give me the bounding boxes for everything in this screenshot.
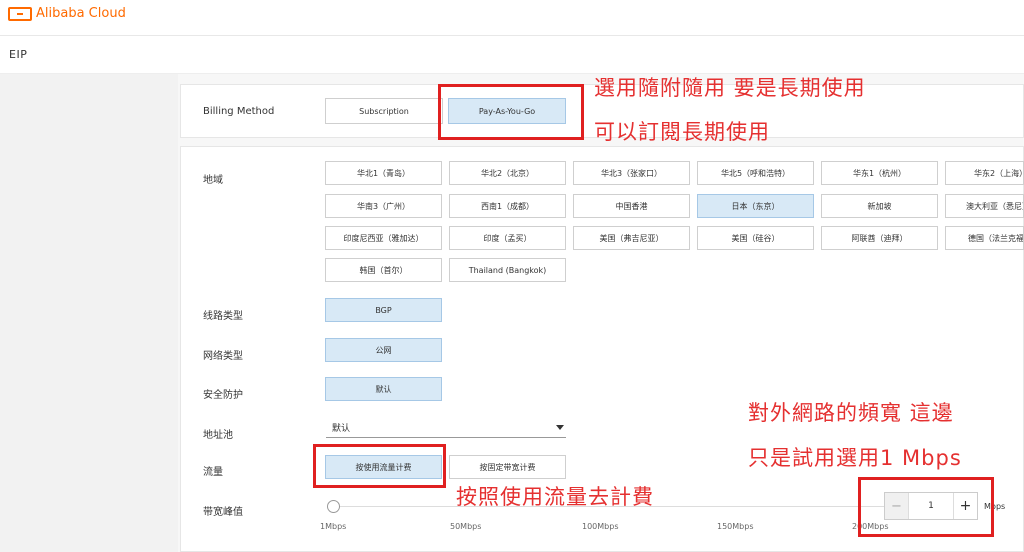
region-option[interactable]: 新加坡 bbox=[821, 194, 938, 218]
region-option[interactable]: 华北1（青岛） bbox=[325, 161, 442, 185]
annotation-box-bandwidth bbox=[858, 477, 994, 537]
region-option[interactable]: 华北5（呼和浩特） bbox=[697, 161, 814, 185]
region-label: 地域 bbox=[203, 175, 223, 186]
region-option[interactable]: 澳大利亚（悉尼） bbox=[945, 194, 1024, 218]
region-option[interactable]: 德国（法兰克福） bbox=[945, 226, 1024, 250]
region-option[interactable]: 中国香港 bbox=[573, 194, 690, 218]
annotation-note: 可以訂閱長期使用 bbox=[594, 120, 770, 144]
region-option[interactable]: 韩国（首尔） bbox=[325, 258, 442, 282]
region-option-selected[interactable]: 日本（东京） bbox=[697, 194, 814, 218]
network-type-label: 网络类型 bbox=[203, 351, 243, 362]
security-default-button[interactable]: 默认 bbox=[325, 377, 442, 401]
line-type-bgp-button[interactable]: BGP bbox=[325, 298, 442, 322]
alibaba-logo-icon bbox=[8, 6, 32, 21]
region-option[interactable]: 美国（硅谷） bbox=[697, 226, 814, 250]
region-option[interactable]: 华北3（张家口） bbox=[573, 161, 690, 185]
annotation-note: 選用隨附隨用 要是長期使用 bbox=[594, 76, 866, 100]
bandwidth-slider-handle[interactable] bbox=[327, 500, 340, 513]
region-option[interactable]: 华东2（上海） bbox=[945, 161, 1024, 185]
security-label: 安全防护 bbox=[203, 390, 243, 401]
annotation-note: 按照使用流量去計費 bbox=[456, 485, 654, 509]
slider-tick-label: 50Mbps bbox=[450, 522, 482, 531]
region-option[interactable]: 印度尼西亚（雅加达） bbox=[325, 226, 442, 250]
left-blank-pane bbox=[0, 74, 178, 552]
region-option[interactable]: 华南3（广州） bbox=[325, 194, 442, 218]
traffic-label: 流量 bbox=[203, 467, 223, 478]
annotation-note: 只是試用選用1 Mbps bbox=[748, 446, 962, 470]
billing-method-label: Billing Method bbox=[203, 106, 275, 117]
alibaba-cloud-logo[interactable]: Alibaba Cloud bbox=[8, 6, 126, 21]
annotation-note: 對外網路的頻寬 這邊 bbox=[748, 401, 954, 425]
region-option[interactable]: 西南1（成都） bbox=[449, 194, 566, 218]
slider-tick-label: 150Mbps bbox=[717, 522, 754, 531]
top-bar: Alibaba Cloud bbox=[0, 0, 1024, 36]
slider-tick-label: 1Mbps bbox=[320, 522, 347, 531]
slider-tick-label: 100Mbps bbox=[582, 522, 619, 531]
pay-by-bandwidth-button[interactable]: 按固定带宽计费 bbox=[449, 455, 566, 479]
annotation-box-traffic bbox=[313, 444, 446, 488]
chevron-down-icon bbox=[556, 425, 564, 430]
logo-text: Alibaba Cloud bbox=[36, 6, 126, 21]
bandwidth-label: 带宽峰值 bbox=[203, 507, 243, 518]
region-option[interactable]: 印度（孟买） bbox=[449, 226, 566, 250]
subscription-button[interactable]: Subscription bbox=[325, 98, 443, 124]
address-pool-value: 默认 bbox=[332, 424, 351, 434]
page-header: EIP bbox=[0, 36, 1024, 74]
page-title: EIP bbox=[9, 48, 28, 61]
address-pool-label: 地址池 bbox=[203, 430, 233, 441]
region-option[interactable]: 华东1（杭州） bbox=[821, 161, 938, 185]
region-option[interactable]: Thailand (Bangkok) bbox=[449, 258, 566, 282]
region-option[interactable]: 华北2（北京） bbox=[449, 161, 566, 185]
line-type-label: 线路类型 bbox=[203, 311, 243, 322]
network-type-public-button[interactable]: 公网 bbox=[325, 338, 442, 362]
annotation-box-billing bbox=[438, 84, 584, 140]
region-option[interactable]: 美国（弗吉尼亚） bbox=[573, 226, 690, 250]
region-option[interactable]: 阿联酋（迪拜） bbox=[821, 226, 938, 250]
address-pool-select[interactable]: 默认 bbox=[326, 418, 566, 438]
